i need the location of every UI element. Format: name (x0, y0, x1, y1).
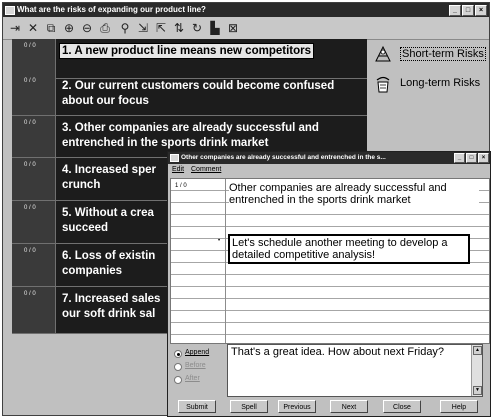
dialog-button-row: Submit Spell Previous Next Close Help (170, 400, 490, 414)
question-text: 3. Other companies are already successfu… (62, 122, 319, 149)
comment-dialog: Other companies are already successful a… (167, 151, 491, 417)
legend-long-term[interactable]: Long-term Risks (371, 74, 489, 98)
question-count: 0 / 0 (12, 39, 56, 78)
reply-text: That's a great idea. How about next Frid… (231, 346, 445, 358)
dialog-title-bar[interactable]: Other companies are already successful a… (168, 152, 490, 164)
close-button[interactable]: × (475, 5, 487, 16)
comment-text[interactable]: Let's schedule another meeting to develo… (228, 234, 470, 264)
comment-bullet: • (218, 238, 221, 244)
sort-icon[interactable]: ⇅ (171, 20, 187, 36)
scroll-up-icon[interactable]: ▲ (473, 346, 482, 355)
question-row[interactable]: 0 / 0 2. Our current customers could bec… (12, 74, 367, 116)
question-text: 2. Our current customers could become co… (62, 80, 335, 107)
submit-button[interactable]: Submit (178, 400, 216, 413)
dialog-minimize-button[interactable]: _ (454, 153, 465, 163)
question-count: 0 / 0 (12, 201, 56, 243)
open-icon[interactable]: ⧉ (43, 20, 59, 36)
import-icon[interactable]: ⇲ (135, 20, 151, 36)
maximize-button[interactable]: □ (462, 5, 474, 16)
add-icon[interactable]: ⇥ (7, 20, 23, 36)
question-count: 0 / 0 (12, 74, 56, 115)
close-icon[interactable]: ⊠ (225, 20, 241, 36)
legend-label: Long-term Risks (400, 77, 481, 89)
legend-label: Short-term Risks (400, 47, 486, 61)
reply-input[interactable]: That's a great idea. How about next Frid… (227, 344, 483, 397)
dialog-close-button[interactable]: × (478, 153, 489, 163)
long-term-risk-icon (376, 76, 390, 93)
question-row[interactable]: 0 / 0 1. A new product line means new co… (12, 39, 367, 79)
comment-count: 1 / 0 (175, 183, 187, 189)
app-icon (5, 6, 15, 15)
selected-question-text[interactable]: 1. A new product line means new competit… (58, 43, 315, 59)
question-count: 0 / 0 (12, 116, 56, 157)
dialog-menu-bar: Edit Comment (168, 164, 490, 176)
question-text: 5. Without a crea succeed (62, 207, 154, 234)
question-text: 4. Increased sper crunch (62, 164, 156, 191)
export-icon[interactable]: ⇱ (153, 20, 169, 36)
column-divider (225, 179, 226, 343)
menu-edit[interactable]: Edit (172, 164, 184, 176)
down-icon[interactable]: ⊖ (79, 20, 95, 36)
spell-button[interactable]: Spell (230, 400, 268, 413)
minimize-button[interactable]: _ (449, 5, 461, 16)
question-text: 6. Loss of existin companies (62, 250, 156, 277)
window-title: What are the risks of expanding our prod… (17, 5, 206, 14)
short-term-risk-icon (375, 45, 391, 62)
link-icon[interactable]: ⚲ (117, 20, 133, 36)
dialog-maximize-button[interactable]: □ (466, 153, 477, 163)
close-button[interactable]: Close (383, 400, 421, 413)
question-count: 0 / 0 (12, 287, 56, 333)
scroll-down-icon[interactable]: ▼ (473, 386, 482, 395)
question-count: 0 / 0 (12, 158, 56, 200)
question-text: 1. A new product line means new competit… (58, 43, 362, 59)
previous-button[interactable]: Previous (278, 400, 316, 413)
append-radio[interactable] (174, 350, 182, 358)
menu-comment[interactable]: Comment (191, 164, 221, 176)
toolbar: ⇥ ✕ ⧉ ⊕ ⊖ ⎙ ⚲ ⇲ ⇱ ⇅ ↻ ▙ ⊠ (3, 17, 489, 40)
topic-text: Other companies are already successful a… (229, 182, 479, 206)
dialog-app-icon (170, 154, 179, 162)
reply-scrollbar[interactable]: ▲ ▼ (471, 345, 482, 396)
question-text: 7. Increased sales our soft drink sal (62, 293, 161, 320)
refresh-icon[interactable]: ↻ (189, 20, 205, 36)
after-radio[interactable] (174, 376, 182, 384)
before-radio[interactable] (174, 363, 182, 371)
question-count: 0 / 0 (12, 244, 56, 286)
main-title-bar[interactable]: What are the risks of expanding our prod… (3, 3, 489, 17)
up-icon[interactable]: ⊕ (61, 20, 77, 36)
next-button[interactable]: Next (330, 400, 368, 413)
comment-thread: 1 / 0 Other companies are already succes… (170, 178, 490, 344)
legend-short-term[interactable]: Short-term Risks (371, 44, 489, 68)
help-button[interactable]: Help (440, 400, 478, 413)
chart-icon[interactable]: ▙ (207, 20, 223, 36)
delete-icon[interactable]: ✕ (25, 20, 41, 36)
dialog-title: Other companies are already successful a… (181, 154, 386, 161)
print-icon[interactable]: ⎙ (97, 20, 113, 36)
